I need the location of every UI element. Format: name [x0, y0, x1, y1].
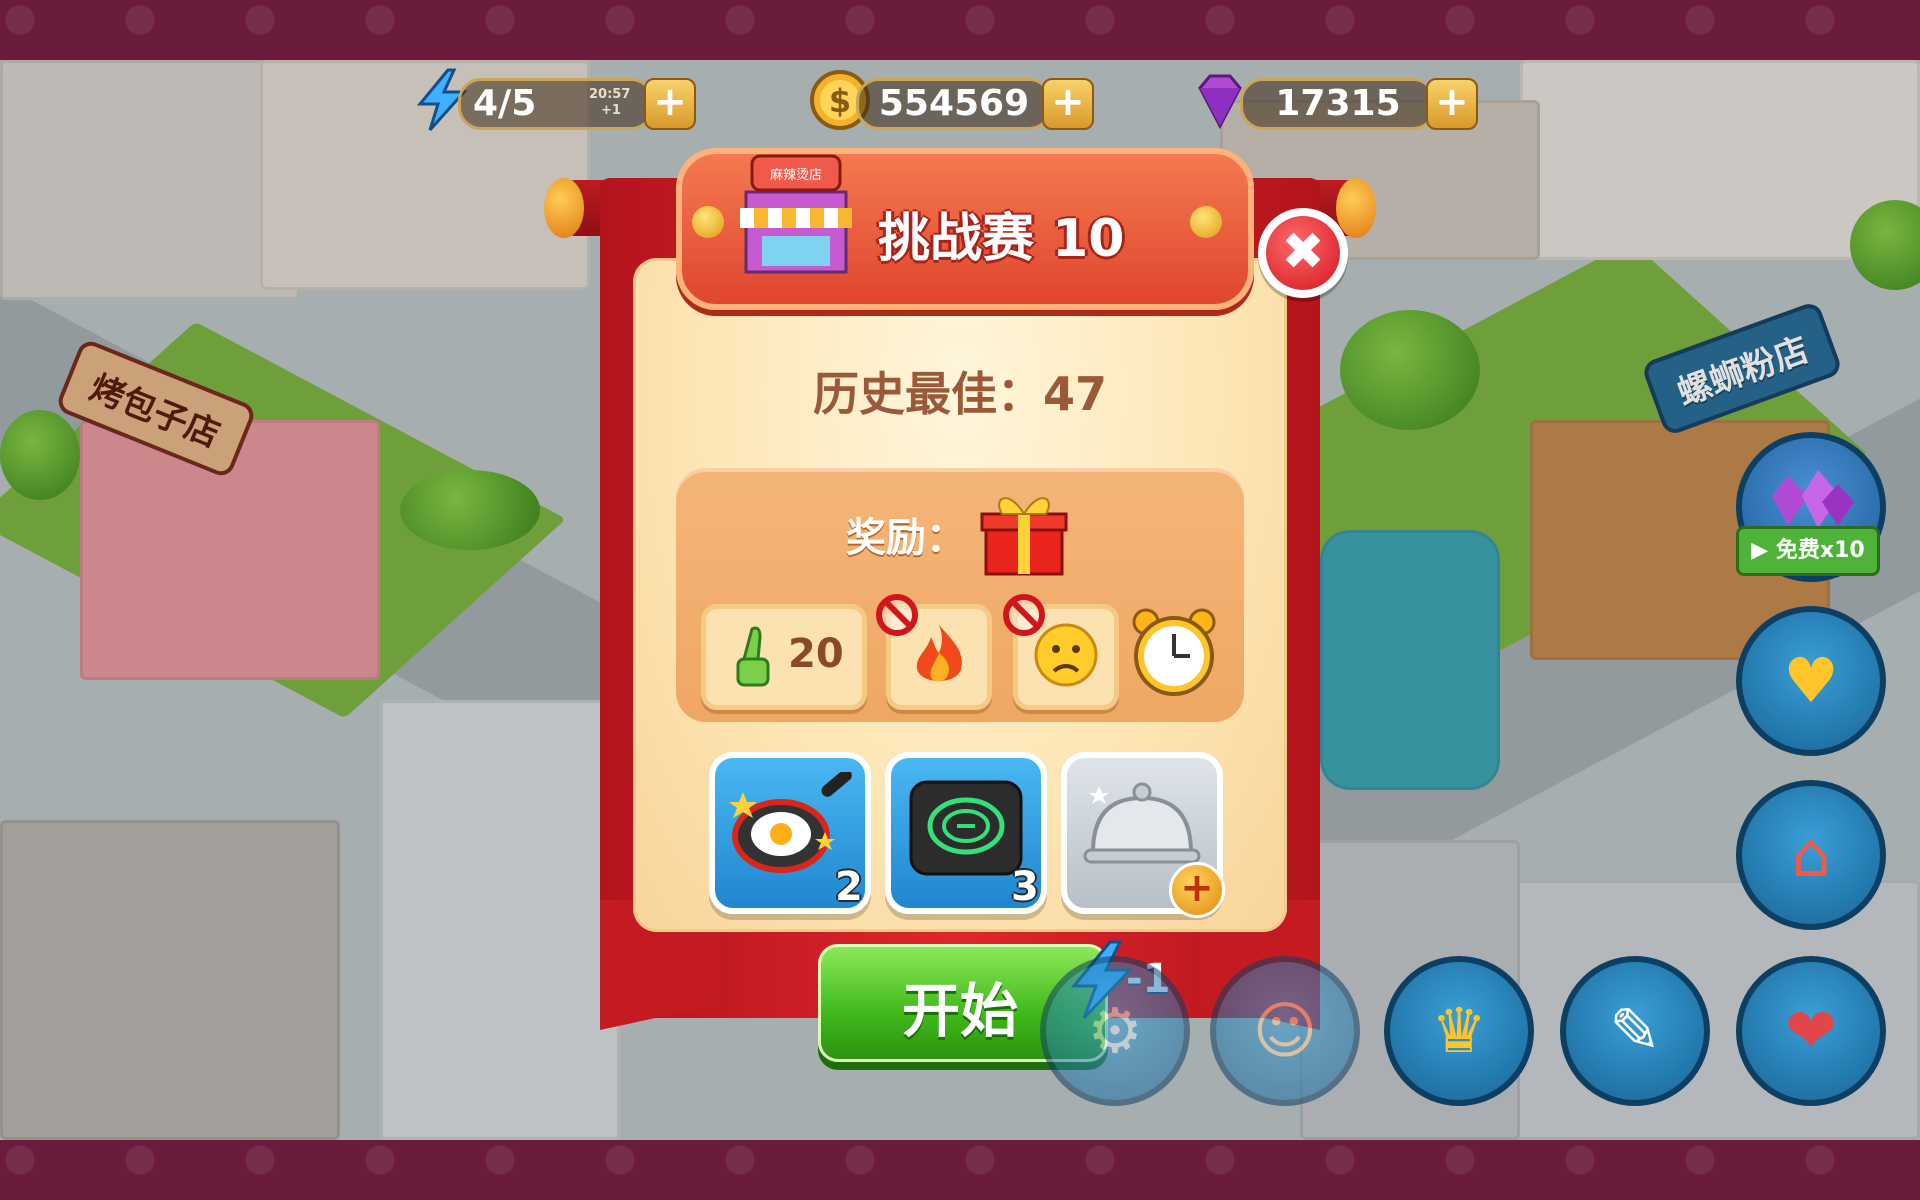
energy-regen: +1: [601, 103, 621, 118]
best-score-label: 历史最佳：47: [812, 367, 1107, 421]
free-video-label: 免费x10: [1775, 538, 1865, 563]
likes-condition: 20: [701, 604, 867, 710]
sad-face-icon: [1034, 623, 1098, 687]
settings-button[interactable]: ⚙: [1040, 956, 1190, 1106]
thumbs-up-money-icon: [736, 626, 770, 687]
trophy-icon: ♛: [1431, 994, 1487, 1067]
close-icon: ✖: [1266, 216, 1340, 290]
gem-value: 17315: [1240, 78, 1436, 130]
gear-icon: ⚙: [1087, 994, 1143, 1067]
character-icon: ☺: [1252, 994, 1318, 1067]
booster-induction-cooker[interactable]: 3: [885, 752, 1047, 914]
gem-pile-icon: [1772, 470, 1854, 528]
title-stud-right: [1190, 206, 1222, 238]
fire-icon: [916, 625, 962, 682]
friends-button[interactable]: ☺: [1210, 956, 1360, 1106]
rod-end-right: [1336, 178, 1376, 238]
add-energy-button[interactable]: +: [644, 78, 696, 130]
tasks-notebook-button[interactable]: ✎: [1560, 956, 1710, 1106]
energy-timer: 20:57: [589, 87, 631, 102]
restaurant-icon: 麻辣烫店: [740, 154, 852, 274]
heart-book-icon: ❤: [1785, 994, 1837, 1067]
restaurant-icon-sign: 麻辣烫店: [770, 168, 822, 183]
no-unhappy-badge-icon: [1003, 594, 1045, 636]
no-fire-badge-icon: [876, 594, 918, 636]
dialog-title: 挑战赛 10: [878, 209, 1125, 269]
video-icon: ▶: [1751, 538, 1776, 563]
close-button[interactable]: ✖: [1258, 208, 1348, 298]
alarm-clock-icon: [1132, 608, 1216, 696]
induction-cooker-icon: [909, 780, 1023, 876]
likes-value: 20: [788, 631, 844, 677]
gem-resource: 17315 +: [1188, 68, 1488, 132]
add-booster-plus-icon[interactable]: +: [1169, 862, 1225, 918]
bottom-frame-bar: [0, 1140, 1920, 1200]
energy-value: 4/5: [473, 83, 537, 124]
add-coins-button[interactable]: +: [1042, 78, 1094, 130]
reward-label: 奖励：: [846, 515, 966, 561]
gift-box-icon[interactable]: [980, 486, 1068, 578]
trophy-button[interactable]: ♛: [1384, 956, 1534, 1106]
recipe-book-button[interactable]: ❤: [1736, 956, 1886, 1106]
coin-resource: $ 554569 +: [808, 68, 1098, 132]
svg-text:$: $: [829, 82, 851, 120]
booster-egg-pan-count: 2: [835, 864, 863, 910]
shop-house-icon: ⌂: [1791, 818, 1831, 891]
top-frame-bar: [0, 0, 1920, 60]
energy-resource: 4/5 20:57 +1 +: [410, 68, 700, 132]
booster-food-cloche[interactable]: +: [1061, 752, 1225, 918]
free-video-badge[interactable]: ▶ 免费x10: [1736, 526, 1880, 576]
rod-end-left: [544, 178, 584, 238]
coin-value: 554569: [856, 78, 1052, 130]
booster-egg-pan[interactable]: 2: [709, 752, 871, 914]
notebook-icon: ✎: [1609, 994, 1661, 1067]
booster-induction-cooker-count: 3: [1011, 864, 1039, 910]
title-stud-left: [692, 206, 724, 238]
add-gems-button[interactable]: +: [1426, 78, 1478, 130]
shop-button[interactable]: ⌂: [1736, 780, 1886, 930]
map-location-button[interactable]: ♥: [1736, 606, 1886, 756]
heart-compass-icon: ♥: [1783, 644, 1839, 717]
